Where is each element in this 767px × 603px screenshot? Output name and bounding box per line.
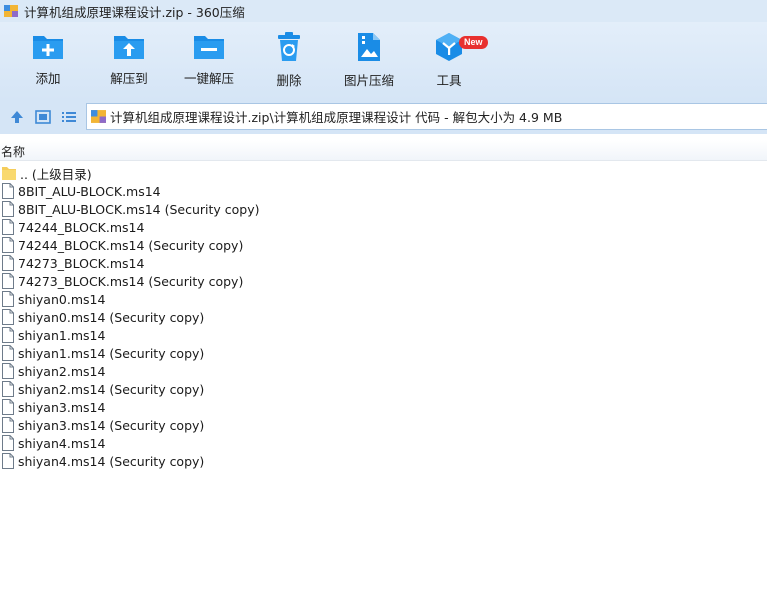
file-icon: [2, 219, 14, 235]
new-badge: New: [459, 36, 488, 49]
thumbnail-view-icon[interactable]: [35, 109, 51, 125]
title-bar: 计算机组成原理课程设计.zip - 360压缩: [0, 0, 767, 22]
list-item[interactable]: shiyan0.ms14 (Security copy): [0, 308, 767, 326]
list-item[interactable]: shiyan3.ms14 (Security copy): [0, 416, 767, 434]
file-name: shiyan2.ms14: [18, 363, 106, 379]
file-icon: [2, 255, 14, 271]
file-icon: [2, 417, 14, 433]
path-field[interactable]: 计算机组成原理课程设计.zip\计算机组成原理课程设计 代码 - 解包大小为 4…: [86, 103, 767, 130]
list-item[interactable]: 8BIT_ALU-BLOCK.ms14: [0, 182, 767, 200]
file-icon: [2, 201, 14, 217]
list-item[interactable]: shiyan4.ms14 (Security copy): [0, 452, 767, 470]
delete-button[interactable]: 删除: [249, 32, 329, 96]
file-name: shiyan3.ms14: [18, 399, 106, 415]
archive-path-icon: [91, 110, 106, 123]
one-click-extract-button[interactable]: 一键解压: [169, 32, 249, 96]
delete-button-label: 删除: [276, 73, 302, 88]
file-name: shiyan1.ms14: [18, 327, 106, 343]
add-button-label: 添加: [35, 71, 61, 86]
column-header: 名称: [0, 140, 767, 161]
add-folder-icon: [33, 36, 63, 59]
file-name: shiyan3.ms14 (Security copy): [18, 417, 205, 433]
file-icon: [2, 183, 14, 199]
file-name: shiyan0.ms14: [18, 291, 106, 307]
file-name: shiyan4.ms14 (Security copy): [18, 453, 205, 469]
list-item[interactable]: shiyan0.ms14: [0, 290, 767, 308]
list-item[interactable]: .. (上级目录): [0, 164, 767, 182]
file-name: 74273_BLOCK.ms14: [18, 255, 145, 271]
file-name: shiyan4.ms14: [18, 435, 106, 451]
list-item[interactable]: shiyan2.ms14: [0, 362, 767, 380]
image-compress-button[interactable]: 图片压缩: [329, 32, 409, 96]
file-icon: [2, 345, 14, 361]
file-name: shiyan0.ms14 (Security copy): [18, 309, 205, 325]
file-icon: [2, 237, 14, 253]
file-list: .. (上级目录) 8BIT_ALU-BLOCK.ms14 8BIT_ALU-B…: [0, 164, 767, 470]
list-item[interactable]: shiyan3.ms14: [0, 398, 767, 416]
path-text: 计算机组成原理课程设计.zip\计算机组成原理课程设计 代码 - 解包大小为 4…: [110, 110, 563, 125]
archive-logo-icon: [4, 5, 18, 17]
folder-icon: [2, 167, 16, 180]
list-item[interactable]: shiyan2.ms14 (Security copy): [0, 380, 767, 398]
extract-to-button-label: 解压到: [110, 71, 148, 86]
file-icon: [2, 399, 14, 415]
list-item[interactable]: shiyan1.ms14 (Security copy): [0, 344, 767, 362]
toolbar: 添加 解压到 一键解压 删除 图片压缩 New 工具: [0, 22, 767, 100]
list-view-icon[interactable]: [61, 109, 77, 125]
list-item[interactable]: 8BIT_ALU-BLOCK.ms14 (Security copy): [0, 200, 767, 218]
column-header-name[interactable]: 名称: [1, 143, 25, 160]
list-item[interactable]: 74244_BLOCK.ms14: [0, 218, 767, 236]
file-icon: [2, 327, 14, 343]
file-name: 74244_BLOCK.ms14 (Security copy): [18, 237, 244, 253]
extract-folder-icon: [114, 36, 144, 59]
image-file-icon: [358, 33, 380, 61]
tools-button[interactable]: New 工具: [409, 32, 489, 96]
list-item[interactable]: 74244_BLOCK.ms14 (Security copy): [0, 236, 767, 254]
add-button[interactable]: 添加: [8, 32, 88, 96]
one-click-folder-icon: [194, 36, 224, 59]
tools-cube-icon: [436, 33, 462, 61]
file-icon: [2, 309, 14, 325]
list-item[interactable]: shiyan1.ms14: [0, 326, 767, 344]
file-name: 8BIT_ALU-BLOCK.ms14 (Security copy): [18, 201, 260, 217]
up-arrow-icon[interactable]: [9, 109, 25, 125]
window-title: 计算机组成原理课程设计.zip - 360压缩: [24, 4, 245, 20]
file-icon: [2, 453, 14, 469]
file-name: 74273_BLOCK.ms14 (Security copy): [18, 273, 244, 289]
tools-button-label: 工具: [436, 73, 462, 88]
file-icon: [2, 363, 14, 379]
file-name: 74244_BLOCK.ms14: [18, 219, 145, 235]
file-name: shiyan2.ms14 (Security copy): [18, 381, 205, 397]
file-icon: [2, 435, 14, 451]
file-icon: [2, 273, 14, 289]
one-click-extract-button-label: 一键解压: [183, 71, 234, 86]
image-compress-button-label: 图片压缩: [343, 73, 394, 88]
list-item[interactable]: shiyan4.ms14: [0, 434, 767, 452]
file-icon: [2, 291, 14, 307]
recycle-bin-icon: [278, 32, 300, 61]
address-bar: 计算机组成原理课程设计.zip\计算机组成原理课程设计 代码 - 解包大小为 4…: [0, 100, 767, 134]
file-icon: [2, 381, 14, 397]
file-name: .. (上级目录): [20, 166, 92, 182]
list-item[interactable]: 74273_BLOCK.ms14 (Security copy): [0, 272, 767, 290]
list-item[interactable]: 74273_BLOCK.ms14: [0, 254, 767, 272]
extract-to-button[interactable]: 解压到: [89, 32, 169, 96]
file-name: 8BIT_ALU-BLOCK.ms14: [18, 183, 161, 199]
file-name: shiyan1.ms14 (Security copy): [18, 345, 205, 361]
